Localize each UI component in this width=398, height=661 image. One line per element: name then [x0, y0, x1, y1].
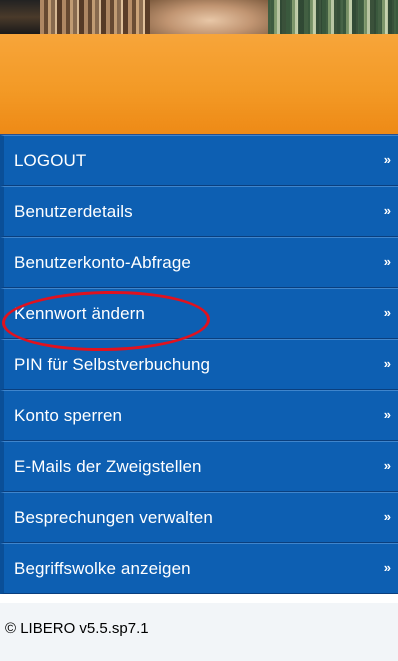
double-chevron-right-icon: »	[383, 509, 391, 524]
bookshelf-image-left	[0, 0, 40, 34]
menu-item-label: Benutzerdetails	[14, 202, 133, 221]
double-chevron-right-icon: »	[383, 560, 391, 575]
menu-item-pin-selbstverbuchung[interactable]: PIN für Selbstverbuchung »	[0, 339, 398, 390]
menu-item-konto-sperren[interactable]: Konto sperren »	[0, 390, 398, 441]
menu-item-label: PIN für Selbstverbuchung	[14, 355, 211, 374]
double-chevron-right-icon: »	[383, 356, 391, 371]
header-orange-band	[0, 34, 398, 134]
menu-item-label: Konto sperren	[14, 406, 123, 425]
version-footer: © LIBERO v5.5.sp7.1	[5, 620, 149, 637]
bookshelf-image-right	[268, 0, 398, 34]
menu-item-label: Besprechungen verwalten	[14, 508, 213, 527]
menu-item-benutzerdetails[interactable]: Benutzerdetails »	[0, 186, 398, 237]
menu-item-emails-zweigstellen[interactable]: E-Mails der Zweigstellen »	[0, 441, 398, 492]
double-chevron-right-icon: »	[383, 203, 391, 218]
menu-item-logout[interactable]: LOGOUT »	[0, 135, 398, 186]
header-banner-photo	[0, 0, 398, 34]
double-chevron-right-icon: »	[383, 305, 391, 320]
menu-item-besprechungen-verwalten[interactable]: Besprechungen verwalten »	[0, 492, 398, 543]
menu-item-label: E-Mails der Zweigstellen	[14, 457, 202, 476]
menu-item-benutzerkonto-abfrage[interactable]: Benutzerkonto-Abfrage »	[0, 237, 398, 288]
menu-item-label: Begriffswolke anzeigen	[14, 559, 191, 578]
menu-item-label: LOGOUT	[14, 151, 87, 170]
double-chevron-right-icon: »	[383, 254, 391, 269]
menu-item-label: Benutzerkonto-Abfrage	[14, 253, 191, 272]
menu-item-label: Kennwort ändern	[14, 304, 145, 323]
user-menu: LOGOUT » Benutzerdetails » Benutzerkonto…	[0, 134, 398, 594]
double-chevron-right-icon: »	[383, 407, 391, 422]
double-chevron-right-icon: »	[383, 152, 391, 167]
menu-item-begriffswolke-anzeigen[interactable]: Begriffswolke anzeigen »	[0, 543, 398, 594]
person-photo	[150, 0, 270, 34]
menu-item-kennwort-aendern[interactable]: Kennwort ändern »	[0, 288, 398, 339]
double-chevron-right-icon: »	[383, 458, 391, 473]
